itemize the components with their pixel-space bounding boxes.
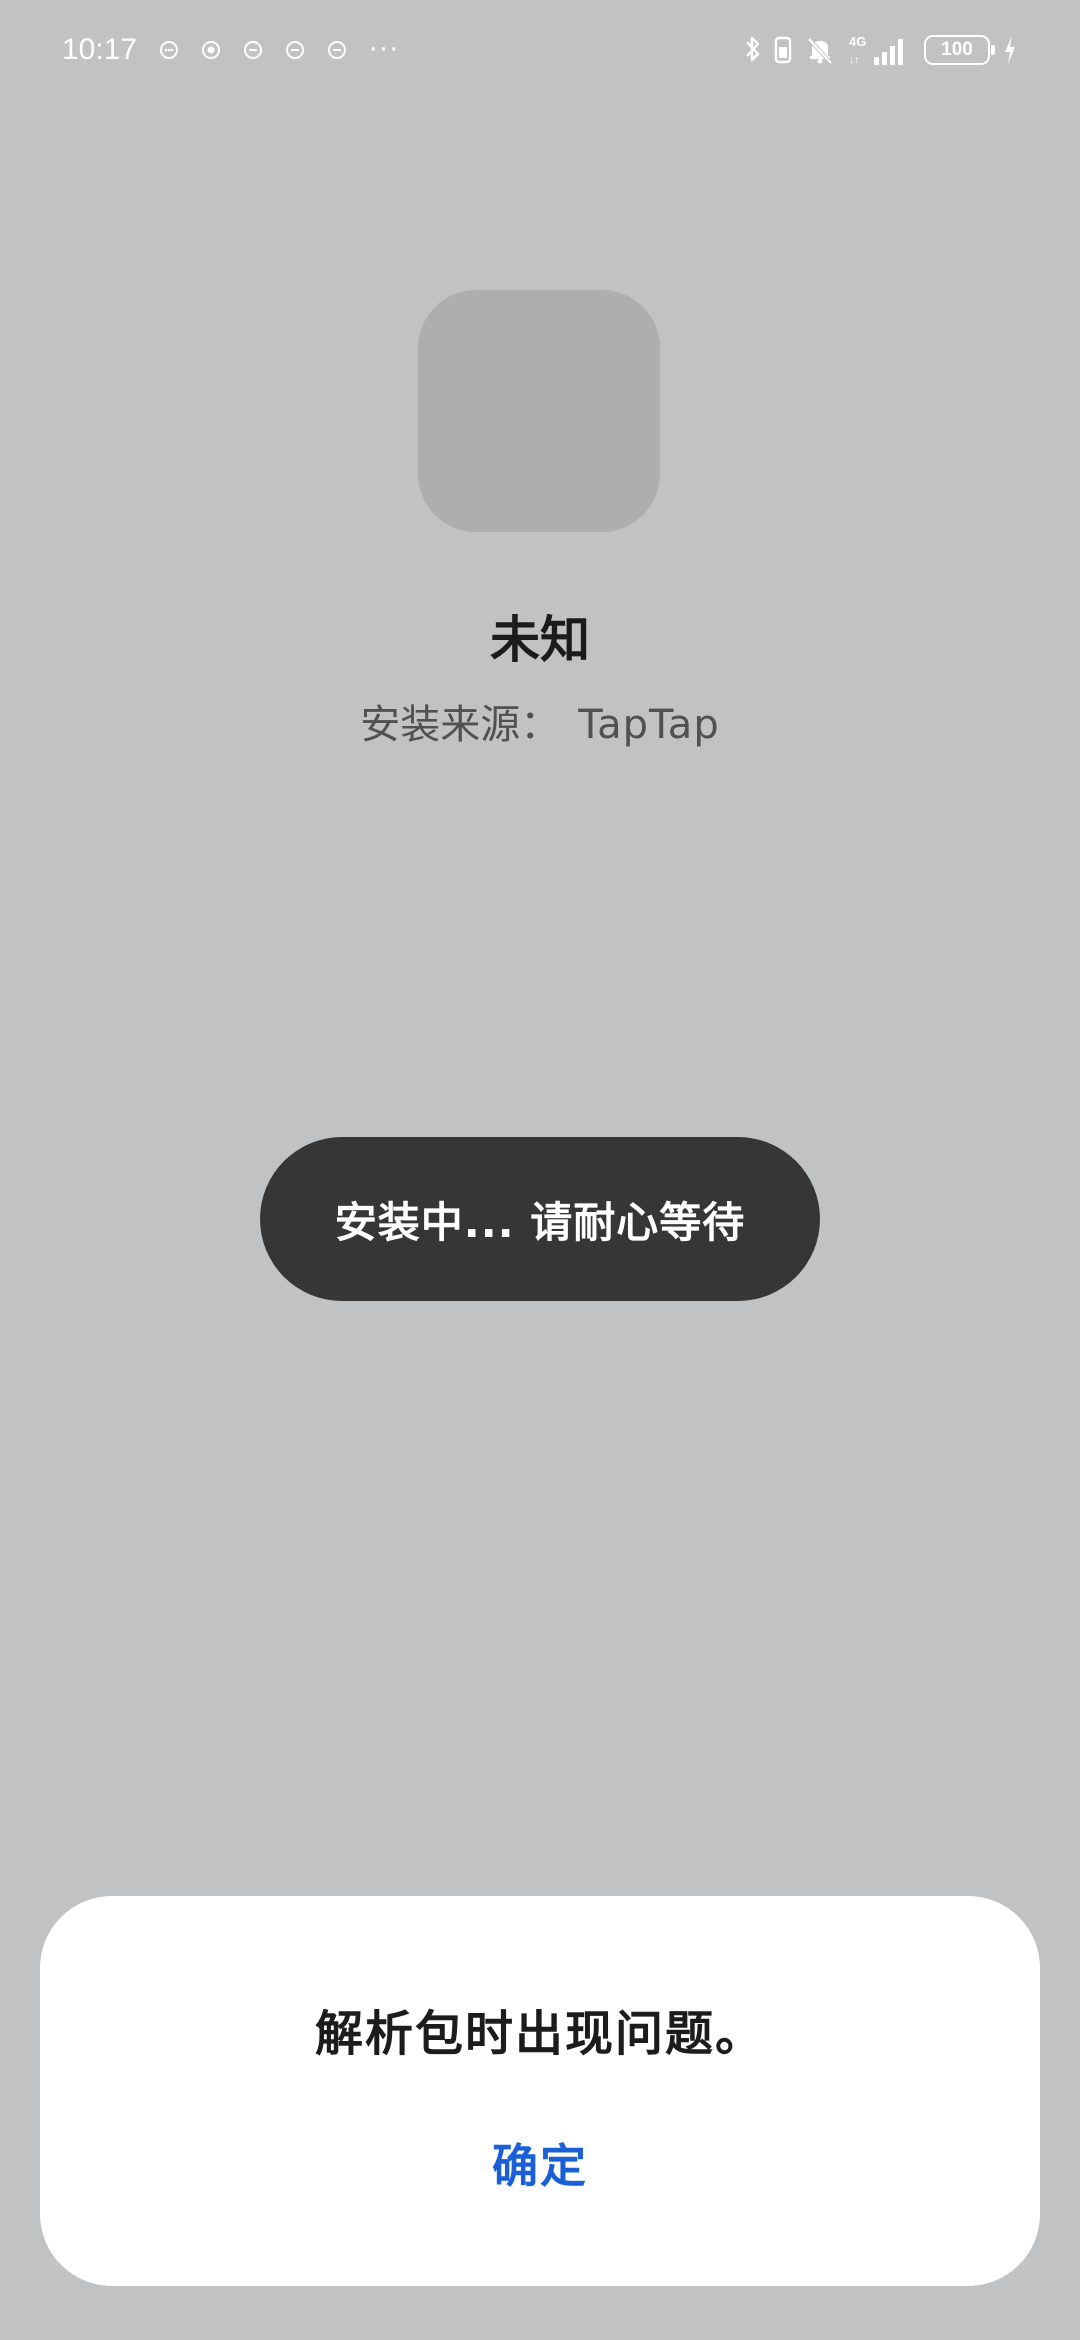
- chat-icon: [159, 40, 179, 60]
- phone-device-icon: [774, 33, 792, 67]
- app-name: 未知: [490, 611, 590, 669]
- bluetooth-icon: [744, 33, 762, 67]
- install-source-value: TapTap: [578, 702, 720, 748]
- status-bar: 10:17 ··· 4G ↓↑ 100: [0, 0, 1080, 100]
- chat-icon: [243, 40, 263, 60]
- app-icon-placeholder: [418, 290, 660, 532]
- chat-icon: [285, 40, 305, 60]
- charging-icon: [1002, 33, 1018, 67]
- dialog-message: 解析包时出现问题。: [314, 2006, 765, 2062]
- confirm-button[interactable]: 确定: [440, 2126, 640, 2206]
- svg-text:↓↑: ↓↑: [849, 55, 859, 66]
- svg-text:4G: 4G: [849, 34, 866, 49]
- signal-4g-icon: 4G ↓↑: [848, 33, 912, 67]
- mute-bell-icon: [804, 34, 836, 66]
- install-source: 安装来源： TapTap: [0, 692, 1080, 750]
- status-time: 10:17: [62, 33, 138, 66]
- status-bar-right: 4G ↓↑ 100: [744, 33, 1018, 67]
- install-source-label: 安装来源：: [360, 702, 561, 748]
- more-notifications-icon: ···: [369, 35, 400, 65]
- status-bar-left: 10:17 ···: [62, 33, 400, 67]
- installing-status-text: 安装中... 请耐心等待: [334, 1197, 746, 1247]
- installing-status-pill: 安装中... 请耐心等待: [260, 1137, 820, 1301]
- battery-icon: 100: [924, 35, 995, 65]
- chat-icon: [327, 40, 347, 60]
- message-icon: [201, 40, 221, 60]
- error-dialog: 解析包时出现问题。 确定: [40, 1896, 1040, 2286]
